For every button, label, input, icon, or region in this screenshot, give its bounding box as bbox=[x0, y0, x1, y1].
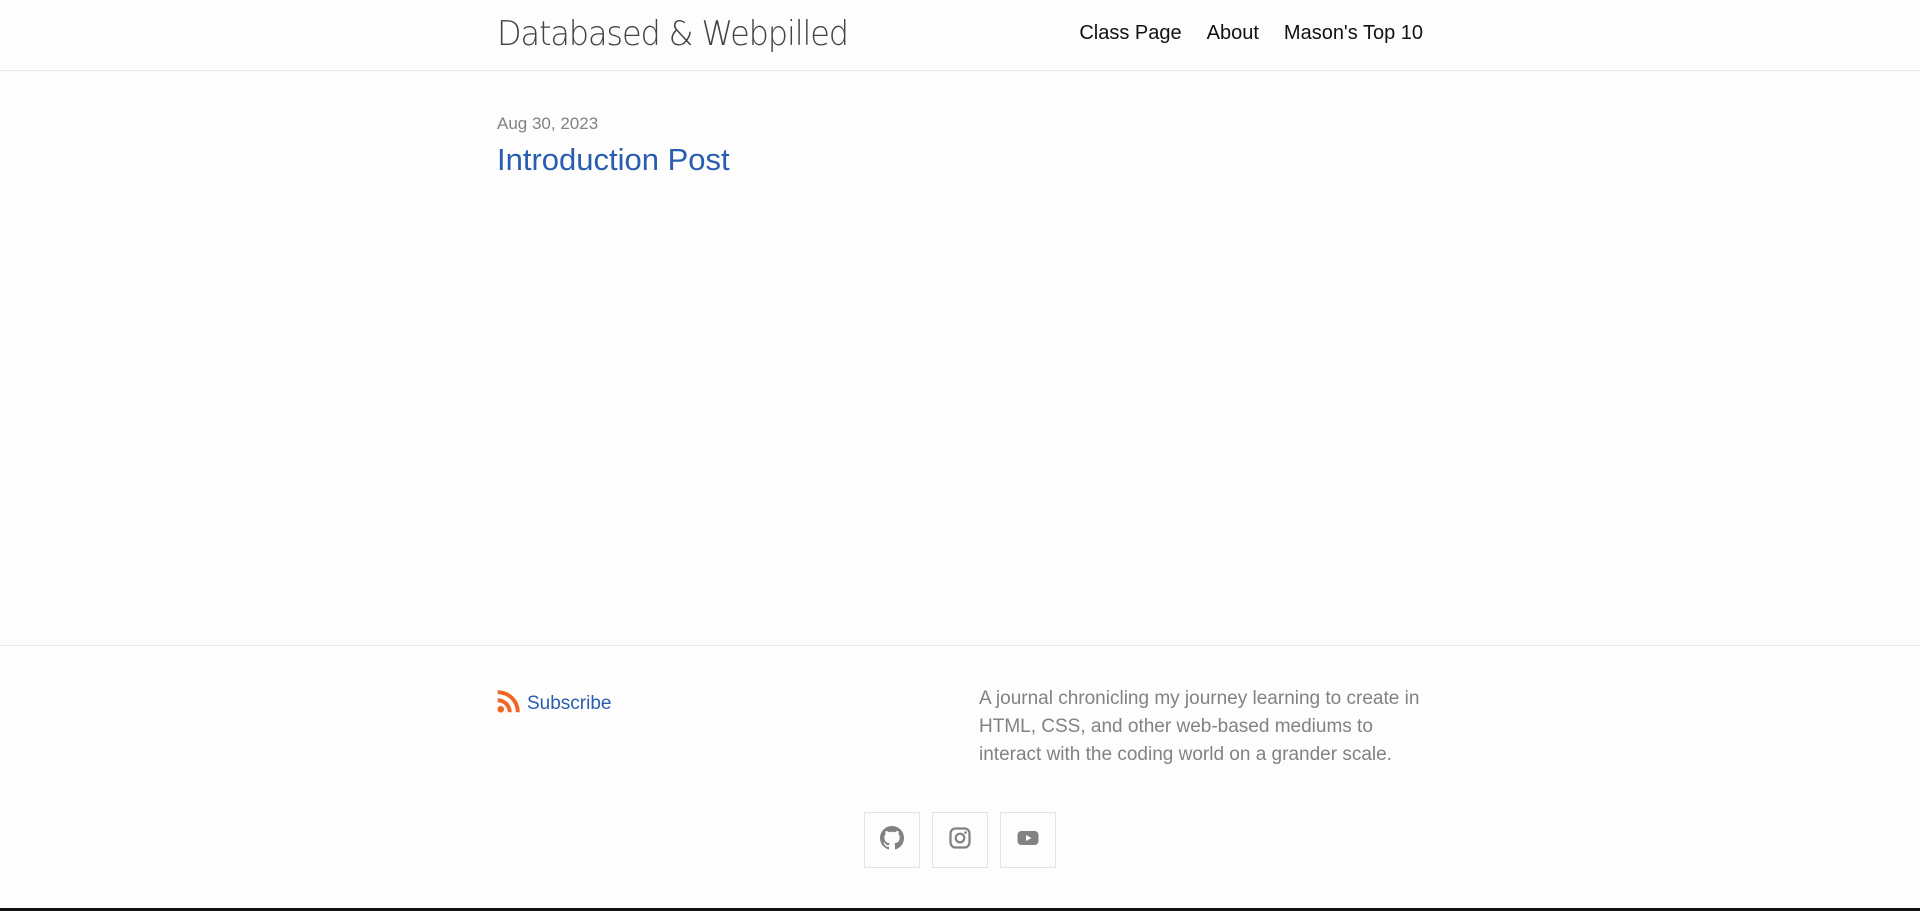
subscribe-link[interactable]: Subscribe bbox=[497, 689, 612, 718]
site-description: A journal chronicling my journey learnin… bbox=[979, 688, 1420, 765]
nav-link-class-page[interactable]: Class Page bbox=[1079, 22, 1181, 45]
instagram-icon bbox=[948, 826, 972, 855]
subscribe-label: Subscribe bbox=[527, 692, 612, 714]
site-footer: Subscribe A journal chronicling my journ… bbox=[0, 645, 1920, 909]
instagram-link[interactable] bbox=[932, 812, 988, 868]
youtube-link[interactable] bbox=[1000, 812, 1056, 868]
github-icon bbox=[880, 825, 904, 855]
nav-link-masons-top-10[interactable]: Mason's Top 10 bbox=[1284, 22, 1423, 45]
site-title-link[interactable]: Databased & Webpilled bbox=[497, 14, 849, 54]
social-links bbox=[864, 812, 1056, 868]
site-nav: Class Page About Mason's Top 10 bbox=[1079, 22, 1423, 45]
youtube-icon bbox=[1016, 826, 1040, 855]
github-link[interactable] bbox=[864, 812, 920, 868]
post-title-link[interactable]: Introduction Post bbox=[497, 142, 730, 178]
site-header: Databased & Webpilled Class Page About M… bbox=[0, 0, 1920, 71]
nav-link-about[interactable]: About bbox=[1207, 22, 1259, 45]
post-date: Aug 30, 2023 bbox=[497, 114, 599, 133]
rss-icon bbox=[497, 689, 521, 718]
